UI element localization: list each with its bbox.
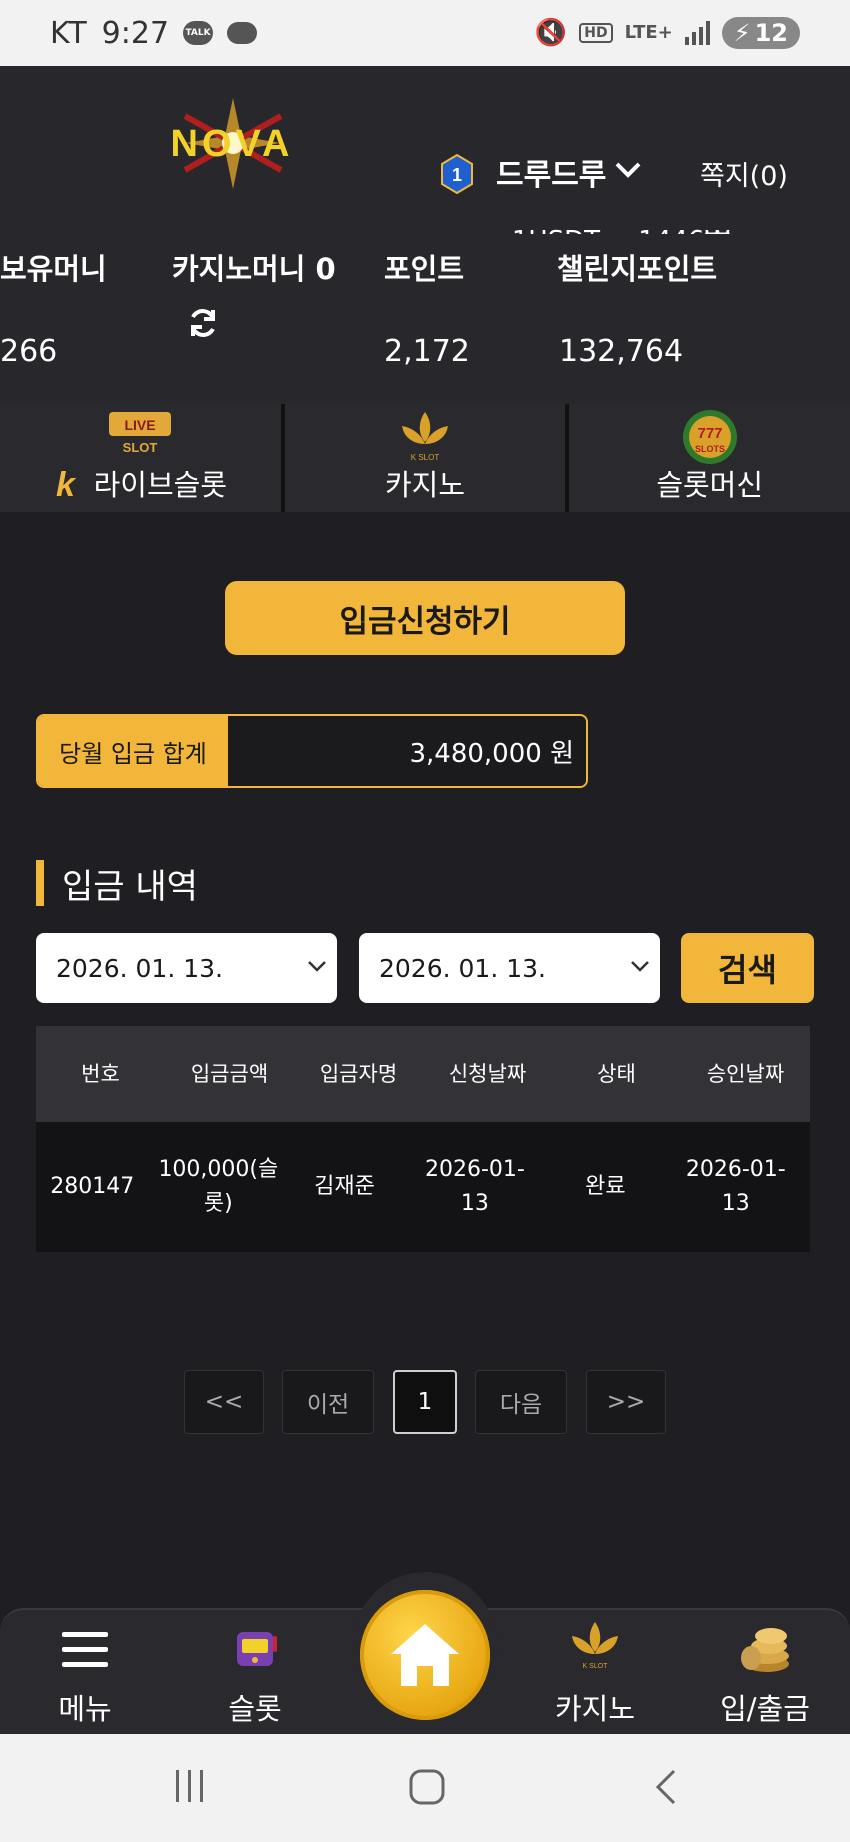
tab-slot-machine[interactable]: 777 SLOTS 슬롯머신 (565, 404, 850, 512)
point-label: 포인트 (384, 252, 465, 286)
carrier-label: KT (50, 15, 88, 51)
battery-indicator: ⚡ 12 (721, 17, 800, 49)
nav-label: 슬롯 (228, 1692, 282, 1726)
table-row: 280147 100,000(슬롯) 김재준 2026-01-13 완료 202… (36, 1122, 810, 1252)
slot-machine-icon (237, 1632, 277, 1666)
column-header: 신청날짜 (448, 1062, 527, 1086)
row-status: 완료 (585, 1174, 626, 1199)
chevron-down-icon[interactable] (614, 160, 642, 180)
battery-level: 12 (754, 19, 788, 47)
logo-text: NOVA (171, 123, 294, 165)
search-button[interactable]: 검색 (681, 933, 814, 1003)
nav-label: 메뉴 (58, 1692, 112, 1726)
cloud-icon (227, 22, 258, 44)
deposit-request-button[interactable]: 입금신청하기 (225, 581, 625, 655)
challenge-point-value: 132,764 (559, 334, 684, 369)
deposit-history-title: 입금 내역 (36, 860, 198, 907)
home-system-icon[interactable] (408, 1768, 446, 1806)
chevron-down-icon (631, 961, 649, 972)
game-category-tabs: LIVE SLOT k 라이브슬롯 K SLOT 카지노 777 SLOTS 슬… (0, 404, 850, 512)
live-slot-icon: LIVE SLOT (109, 412, 172, 455)
charging-icon: ⚡ (733, 19, 751, 47)
recent-apps-icon[interactable] (172, 1768, 208, 1804)
date-to-select[interactable]: 2026. 01. 13. (359, 933, 660, 1003)
svg-text:777: 777 (697, 425, 722, 442)
hd-icon: HD (579, 23, 613, 43)
svg-text:k: k (56, 466, 77, 500)
level-badge-icon: 1 (441, 154, 473, 194)
messages-link[interactable]: 쪽지(0) (700, 154, 788, 193)
nav-label: 입/출금 (720, 1692, 810, 1726)
coins-icon (741, 1628, 789, 1672)
777-slots-icon: 777 SLOTS (682, 410, 737, 464)
deposit-history-table: 번호 입금금액 입금자명 신청날짜 상태 승인날짜 280147 100,000… (36, 1026, 810, 1252)
nav-casino[interactable]: K SLOT 카지노 (530, 1620, 660, 1730)
nav-slot[interactable]: 슬롯 (190, 1620, 320, 1730)
date-from-value: 2026. 01. 13. (56, 953, 223, 983)
date-from-select[interactable]: 2026. 01. 13. (36, 933, 337, 1003)
username[interactable]: 드루드루 (496, 150, 606, 194)
nav-label: 카지노 (554, 1692, 636, 1726)
holding-money-value: 266 (0, 334, 58, 369)
refresh-icon[interactable] (186, 306, 220, 340)
balance-panel: 보유머니 266 카지노머니 0 포인트 2,172 챌린지포인트 132,76… (0, 234, 850, 404)
home-button[interactable] (360, 1590, 490, 1720)
nova-logo[interactable]: NOVA (145, 96, 320, 191)
next-page-button[interactable]: 다음 (475, 1370, 567, 1434)
monthly-total-label: 당월 입금 합계 (38, 716, 228, 786)
tab-label: 슬롯머신 (656, 468, 764, 502)
row-amount: 100,000(슬롯) (158, 1157, 279, 1216)
home-icon (391, 1624, 459, 1686)
column-header: 번호 (81, 1062, 120, 1086)
holding-money-label: 보유머니 (0, 252, 107, 286)
svg-text:K SLOT: K SLOT (583, 1663, 609, 1670)
status-bar: KT 9:27 TALK 🔇 HD LTE+ ⚡ 12 (0, 0, 850, 66)
lte-indicator: LTE+ (624, 22, 673, 43)
hamburger-menu-icon (62, 1632, 108, 1667)
svg-text:SLOTS: SLOTS (695, 444, 725, 454)
svg-text:SLOT: SLOT (123, 440, 158, 455)
row-approval-date: 2026-01-13 (685, 1157, 786, 1216)
pagination: << 이전 1 다음 >> (0, 1370, 850, 1434)
column-header: 입금자명 (319, 1062, 398, 1086)
row-number: 280147 (50, 1174, 135, 1199)
casino-lotus-icon: K SLOT (572, 1622, 618, 1670)
header: NOVA 1 드루드루 쪽지(0) 1USDT = 1446₩ (0, 66, 850, 256)
table-header: 번호 입금금액 입금자명 신청날짜 상태 승인날짜 (36, 1026, 810, 1122)
monthly-deposit-total: 당월 입금 합계 3,480,000 원 (36, 714, 588, 788)
row-request-date: 2026-01-13 (424, 1157, 525, 1216)
date-to-value: 2026. 01. 13. (379, 953, 546, 983)
monthly-total-value: 3,480,000 원 (228, 716, 586, 786)
svg-text:LIVE: LIVE (125, 417, 156, 433)
point-value: 2,172 (384, 334, 470, 369)
tab-live-slot[interactable]: LIVE SLOT k 라이브슬롯 (0, 404, 281, 512)
clock: 9:27 (101, 15, 170, 51)
row-depositor: 김재준 (314, 1174, 375, 1199)
system-navigation-bar (0, 1734, 850, 1842)
signal-icon (684, 21, 710, 45)
kakaotalk-icon: TALK (183, 21, 214, 45)
back-icon[interactable] (652, 1768, 678, 1806)
tab-casino[interactable]: K SLOT 카지노 (280, 404, 566, 512)
first-page-button[interactable]: << (184, 1370, 264, 1434)
column-header: 상태 (597, 1062, 636, 1086)
prev-page-button[interactable]: 이전 (282, 1370, 374, 1434)
current-page-button[interactable]: 1 (393, 1370, 457, 1434)
challenge-point-label: 챌린지포인트 (557, 252, 718, 286)
tab-label: 라이브슬롯 (93, 468, 228, 502)
casino-lotus-icon: K SLOT (402, 412, 448, 462)
column-header: 입금금액 (190, 1062, 269, 1086)
column-header: 승인날짜 (706, 1062, 785, 1086)
last-page-button[interactable]: >> (586, 1370, 666, 1434)
k-brand-icon: k (56, 466, 77, 500)
level-number: 1 (452, 165, 462, 185)
nav-menu[interactable]: 메뉴 (20, 1620, 150, 1730)
nav-cashier[interactable]: 입/출금 (700, 1620, 830, 1730)
svg-text:K SLOT: K SLOT (411, 453, 440, 462)
tab-label: 카지노 (384, 468, 466, 502)
casino-money-label: 카지노머니 0 (172, 252, 336, 286)
chevron-down-icon (308, 961, 326, 972)
mute-icon: 🔇 (534, 18, 568, 48)
